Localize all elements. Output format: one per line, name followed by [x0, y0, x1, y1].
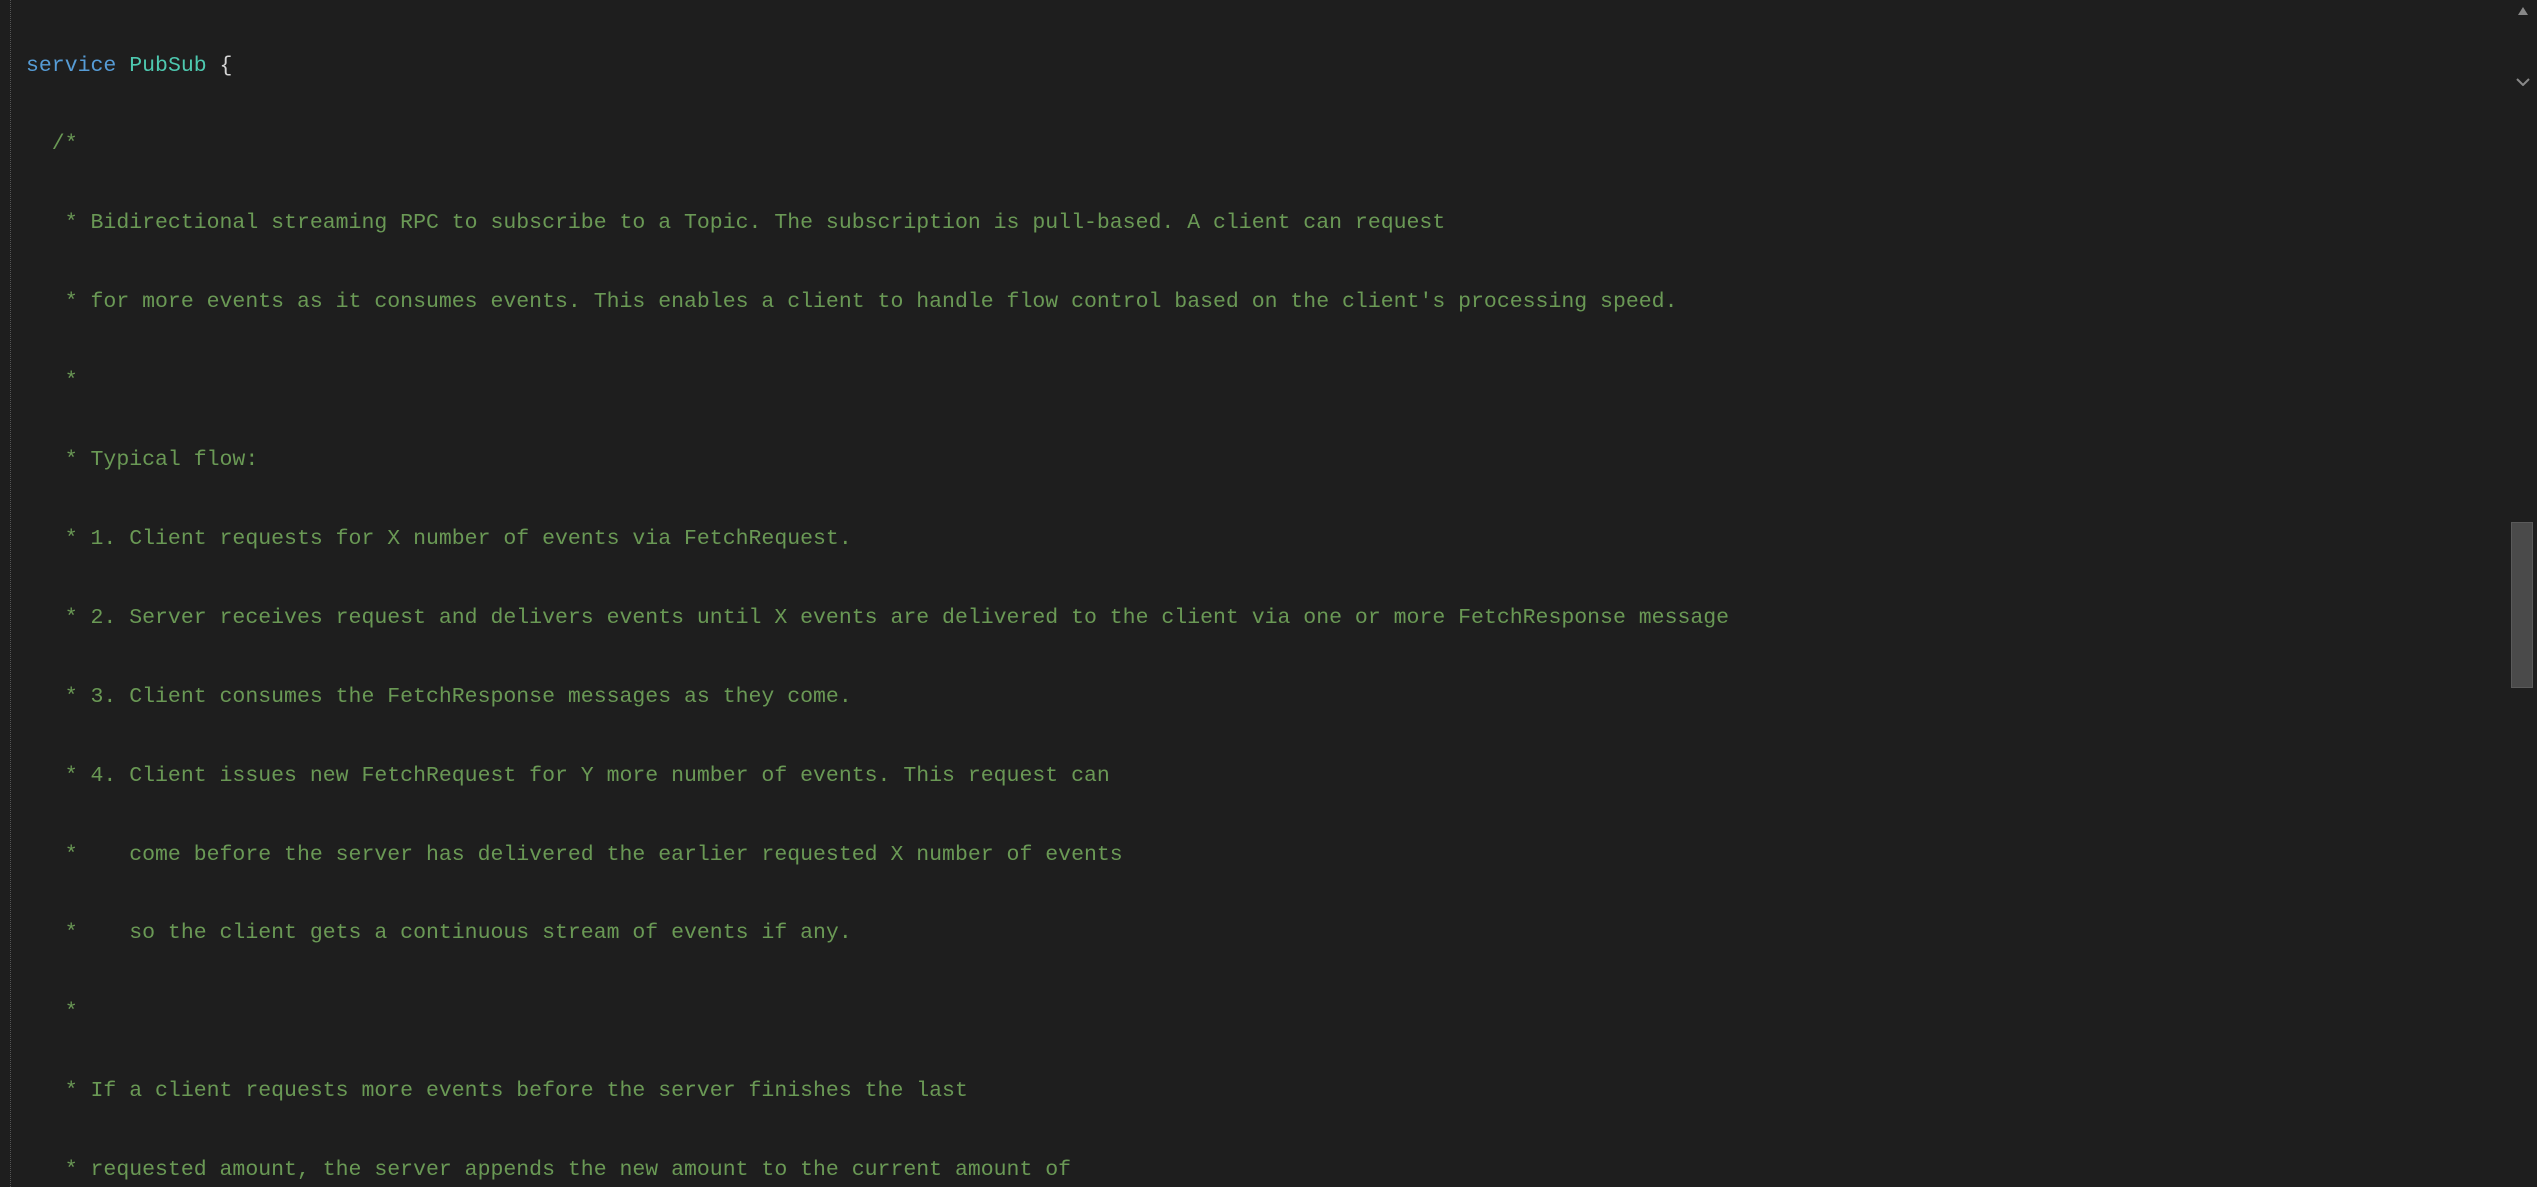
code-line: * If a client requests more events befor… [26, 1078, 2537, 1104]
code-line: * [26, 368, 2537, 394]
code-line: * requested amount, the server appends t… [26, 1157, 2537, 1183]
vertical-scrollbar[interactable] [2509, 0, 2537, 1187]
editor-pane: service PubSub { /* * Bidirectional stre… [0, 0, 2537, 1187]
code-line: * 3. Client consumes the FetchResponse m… [26, 684, 2537, 710]
fold-guide-outer [10, 0, 11, 1187]
code-line: * 2. Server receives request and deliver… [26, 605, 2537, 631]
code-line: * Bidirectional streaming RPC to subscri… [26, 210, 2537, 236]
code-area[interactable]: service PubSub { /* * Bidirectional stre… [22, 0, 2537, 1187]
code-line: service PubSub { [26, 53, 2537, 79]
code-line: * 4. Client issues new FetchRequest for … [26, 763, 2537, 789]
code-line: * for more events as it consumes events.… [26, 289, 2537, 315]
code-line: * so the client gets a continuous stream… [26, 920, 2537, 946]
code-line: * come before the server has delivered t… [26, 842, 2537, 868]
code-line: * [26, 999, 2537, 1025]
scroll-thumb[interactable] [2511, 522, 2533, 688]
fold-gutter [0, 0, 22, 1187]
code-line: * 1. Client requests for X number of eve… [26, 526, 2537, 552]
scroll-track[interactable] [2511, 0, 2535, 1187]
code-line: * Typical flow: [26, 447, 2537, 473]
type-name: PubSub [129, 54, 206, 78]
code-line: /* [26, 131, 2537, 157]
keyword-service: service [26, 54, 116, 78]
